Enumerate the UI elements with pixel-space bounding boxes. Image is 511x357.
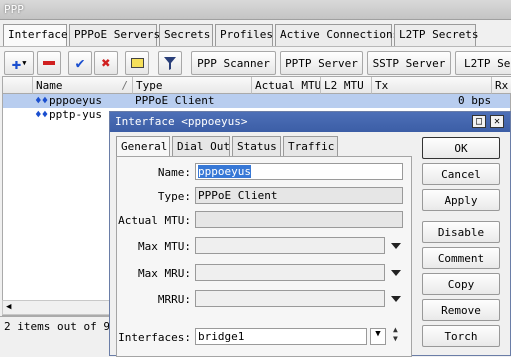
cancel-button[interactable]: Cancel (422, 163, 500, 185)
actual-mtu-field (195, 211, 403, 228)
check-icon: ✔ (75, 54, 85, 72)
ppp-scanner-button[interactable]: PPP Scanner (191, 51, 276, 75)
ok-button[interactable]: OK (422, 137, 500, 159)
items-count: 2 items out of 9 (4, 320, 110, 333)
tab-secrets[interactable]: Secrets (159, 24, 213, 46)
disable-button[interactable]: ✖ (94, 51, 118, 75)
remove-button[interactable] (37, 51, 61, 75)
dropdown-arrow-icon[interactable] (391, 270, 401, 276)
sort-indicator: / (121, 79, 128, 92)
filter-icon (164, 56, 176, 70)
type-label: Type: (157, 190, 191, 203)
ppp-tabs: Interface PPPoE Servers Secrets Profiles… (0, 24, 511, 47)
interfaces-select[interactable]: bridge1 (195, 328, 367, 345)
comment-button[interactable]: Comment (422, 247, 500, 269)
name-field[interactable]: pppoeyus (195, 163, 403, 180)
copy-button[interactable]: Copy (422, 273, 500, 295)
dropdown-arrow-icon[interactable] (391, 296, 401, 302)
filter-button[interactable] (158, 51, 182, 75)
interface-flags: ♦♦ (35, 94, 49, 107)
interface-name: pppoeyus (49, 94, 102, 107)
column-header-rx[interactable]: Rx (492, 77, 511, 94)
interfaces-label: Interfaces: (118, 331, 191, 344)
tab-interface[interactable]: Interface (3, 24, 68, 47)
tab-dial-out[interactable]: Dial Out (172, 136, 230, 156)
tab-pppoe-servers[interactable]: PPPoE Servers (69, 24, 160, 46)
scroll-left-icon[interactable]: ◀ (6, 302, 11, 312)
maximize-icon: □ (475, 116, 483, 127)
plus-icon: ✚ (11, 53, 22, 73)
l2tp-server-button[interactable]: L2TP Ser (455, 51, 511, 75)
dialog-title: Interface <pppoeyus> (115, 115, 248, 128)
general-panel: Name: pppoeyus Type: PPPoE Client Actual… (116, 156, 412, 357)
torch-button[interactable]: Torch (422, 325, 500, 347)
add-remove-stepper-icon[interactable]: ▲ ▼ (393, 325, 398, 343)
max-mru-field[interactable] (195, 264, 385, 281)
status-bar: 2 items out of 9 (0, 316, 112, 356)
tab-traffic[interactable]: Traffic (283, 136, 338, 156)
dropdown-arrow-icon: ▼ (375, 329, 381, 339)
tab-active-connections[interactable]: Active Connections (275, 24, 399, 46)
pptp-server-button[interactable]: PPTP Server (280, 51, 363, 75)
remove-button[interactable]: Remove (422, 299, 500, 321)
interfaces-dropdown-button[interactable]: ▼ (370, 328, 386, 345)
apply-button[interactable]: Apply (422, 189, 500, 211)
minus-icon (43, 61, 55, 65)
max-mtu-field[interactable] (195, 237, 385, 254)
dialog-titlebar[interactable]: Interface <pppoeyus> □ ✕ (110, 112, 510, 132)
interface-name: pptp-yus (49, 108, 102, 121)
disable-button[interactable]: Disable (422, 221, 500, 243)
ppp-window-title: PPP (4, 3, 24, 16)
column-header-tx[interactable]: Tx (372, 77, 492, 94)
tab-profiles[interactable]: Profiles (215, 24, 273, 46)
horizontal-scrollbar[interactable]: ◀ (2, 300, 112, 315)
close-button[interactable]: ✕ (490, 115, 504, 128)
column-header-name[interactable]: Name / (33, 77, 133, 94)
dropdown-arrow-icon[interactable] (391, 243, 401, 249)
type-field: PPPoE Client (195, 187, 403, 204)
tab-status[interactable]: Status (232, 136, 281, 156)
actual-mtu-label: Actual MTU: (118, 214, 191, 227)
enable-button[interactable]: ✔ (68, 51, 92, 75)
x-icon: ✖ (101, 54, 111, 72)
sstp-server-button[interactable]: SSTP Server (367, 51, 451, 75)
close-icon: ✕ (493, 116, 501, 127)
interface-dialog: Interface <pppoeyus> □ ✕ General Dial Ou… (109, 111, 511, 357)
max-mtu-label: Max MTU: (138, 240, 191, 253)
mrru-field[interactable] (195, 290, 385, 307)
max-mru-label: Max MRU: (138, 267, 191, 280)
column-header-actual-mtu[interactable]: Actual MTU (252, 77, 321, 94)
mrru-label: MRRU: (157, 293, 191, 306)
name-label: Name: (157, 166, 191, 179)
interface-flags: ♦♦ (35, 108, 49, 121)
add-button[interactable]: ✚ ▼ (4, 51, 34, 75)
dropdown-arrow-icon: ▼ (22, 59, 27, 67)
column-header-flags[interactable] (3, 77, 33, 94)
ppp-window-titlebar: PPP (0, 0, 511, 20)
table-row[interactable]: ♦♦ pppoeyus PPPoE Client 0 bps (3, 94, 510, 108)
column-header-type[interactable]: Type (133, 77, 252, 94)
comment-button[interactable] (125, 51, 149, 75)
note-icon (130, 58, 144, 68)
interface-type: PPPoE Client (135, 94, 215, 107)
maximize-button[interactable]: □ (472, 115, 486, 128)
tab-general[interactable]: General (116, 136, 170, 157)
column-header-l2-mtu[interactable]: L2 MTU (321, 77, 372, 94)
interface-tx: 0 bps (458, 94, 492, 107)
tab-l2tp-secrets[interactable]: L2TP Secrets (394, 24, 478, 46)
ppp-toolbar: ✚ ▼ ✔ ✖ PPP Scanner PPTP Server SSTP Ser… (0, 46, 511, 76)
